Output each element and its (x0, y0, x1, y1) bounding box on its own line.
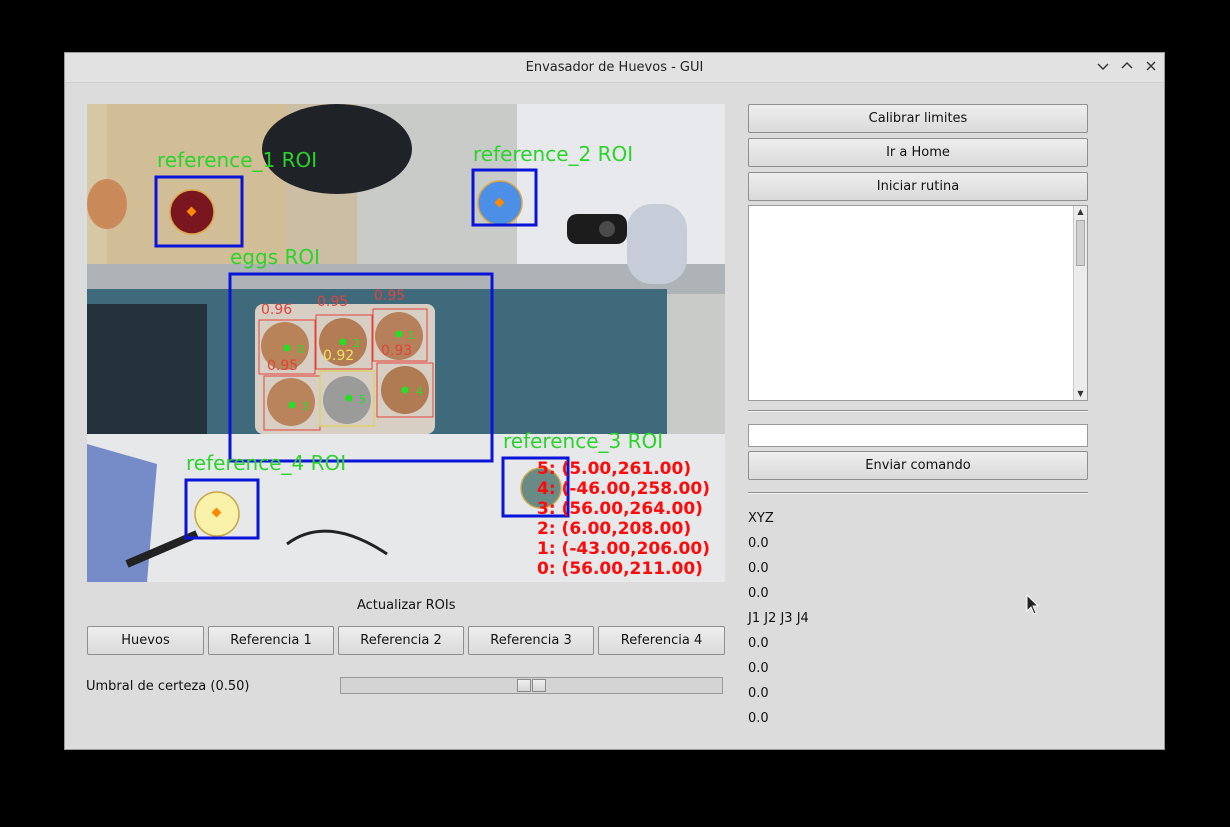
egg-score: 0.95 (374, 288, 405, 304)
egg-score: 0.96 (261, 302, 292, 318)
mouse-cursor-icon (1026, 594, 1040, 615)
log-textarea[interactable]: ▲ ▼ (748, 205, 1088, 401)
close-icon (1146, 61, 1156, 71)
egg-id: 5 (359, 393, 366, 406)
calibrate-limits-button[interactable]: Calibrar limites (748, 104, 1088, 133)
egg-id: 4 (416, 385, 423, 398)
send-command-button[interactable]: Enviar comando (748, 451, 1088, 480)
window-title: Envasador de Huevos - GUI (525, 60, 704, 75)
egg-score: 0.95 (267, 358, 298, 374)
egg-coordinate: 2: (6.00,208.00) (537, 519, 691, 539)
xyz-header: XYZ (748, 511, 774, 526)
egg-id: 2 (353, 337, 360, 350)
camera-feed: reference_1 ROI reference_2 ROI eggs ROI… (87, 104, 725, 582)
roi-label-reference-3: reference_3 ROI (503, 429, 663, 453)
egg-id: 3 (302, 400, 309, 413)
roi-reference-1-button[interactable]: Referencia 1 (208, 626, 334, 655)
j4-value: 0.0 (748, 711, 769, 726)
j3-value: 0.0 (748, 686, 769, 701)
separator (748, 492, 1088, 494)
slider-handle-left[interactable] (517, 679, 531, 692)
threshold-slider[interactable] (340, 677, 723, 694)
z-value: 0.0 (748, 586, 769, 601)
chevron-down-icon (1097, 63, 1109, 70)
roi-label-eggs: eggs ROI (230, 245, 320, 269)
log-scrollbar[interactable]: ▲ ▼ (1073, 206, 1087, 400)
scroll-thumb[interactable] (1076, 220, 1085, 266)
threshold-label: Umbral de certeza (0.50) (86, 679, 250, 694)
minimize-button[interactable] (1093, 58, 1113, 78)
slider-handle-right[interactable] (532, 679, 546, 692)
title-bar[interactable]: Envasador de Huevos - GUI (65, 53, 1164, 83)
joints-header: J1 J2 J3 J4 (748, 611, 809, 626)
command-input[interactable] (748, 424, 1088, 447)
maximize-button[interactable] (1117, 58, 1137, 78)
x-value: 0.0 (748, 536, 769, 551)
j2-value: 0.0 (748, 661, 769, 676)
separator (748, 410, 1088, 412)
main-window: Envasador de Huevos - GUI reference_1 RO… (64, 52, 1165, 750)
egg-score: 0.95 (317, 294, 348, 310)
roi-section-title: Actualizar ROIs (357, 598, 456, 613)
roi-label-reference-1: reference_1 ROI (157, 148, 317, 172)
close-button[interactable] (1141, 58, 1161, 78)
egg-coordinate: 0: (56.00,211.00) (537, 559, 703, 579)
egg-coordinate: 1: (-43.00,206.00) (537, 539, 710, 559)
start-routine-button[interactable]: Iniciar rutina (748, 172, 1088, 201)
egg-coordinate: 4: (-46.00,258.00) (537, 479, 710, 499)
egg-id: 1 (408, 329, 415, 342)
roi-reference-2-button[interactable]: Referencia 2 (338, 626, 464, 655)
go-home-button[interactable]: Ir a Home (748, 138, 1088, 167)
egg-score: 0.93 (381, 343, 412, 359)
egg-coordinate: 5: (5.00,261.00) (537, 459, 691, 479)
egg-score: 0.92 (323, 348, 354, 364)
scroll-down-icon[interactable]: ▼ (1074, 388, 1087, 400)
roi-label-reference-4: reference_4 ROI (186, 451, 346, 475)
roi-reference-3-button[interactable]: Referencia 3 (468, 626, 594, 655)
y-value: 0.0 (748, 561, 769, 576)
roi-reference-4-button[interactable]: Referencia 4 (598, 626, 725, 655)
chevron-up-icon (1121, 62, 1133, 69)
egg-coordinate: 3: (56.00,264.00) (537, 499, 703, 519)
scroll-up-icon[interactable]: ▲ (1074, 206, 1087, 218)
j1-value: 0.0 (748, 636, 769, 651)
egg-id: 0 (297, 343, 304, 356)
roi-label-reference-2: reference_2 ROI (473, 142, 633, 166)
roi-eggs-button[interactable]: Huevos (87, 626, 204, 655)
